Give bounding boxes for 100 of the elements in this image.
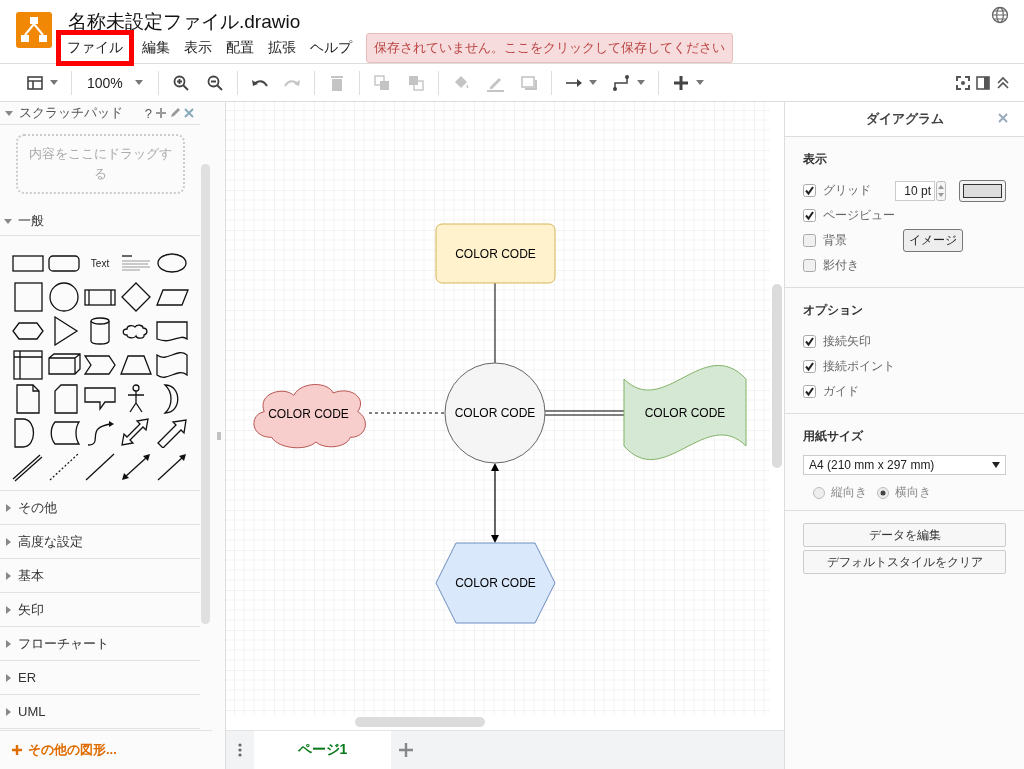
pencil-icon[interactable] [170,108,180,118]
page-tab[interactable]: ページ1 [254,731,391,769]
menu-item[interactable]: 編集 [136,36,176,60]
section-title: 表示 [803,151,828,168]
caret-icon [588,80,597,85]
collapse-icon[interactable] [996,75,1010,90]
to-back-icon [406,73,425,92]
rectangle-shape[interactable] [435,223,556,284]
scrollbar[interactable] [772,284,782,468]
zoom-in-icon [171,73,190,92]
diamond-icon[interactable] [119,282,153,312]
fullscreen-icon[interactable] [956,75,970,90]
app-logo-icon [16,12,52,48]
collapsed-arrow-icon [5,109,13,117]
option-label: 縦向き [831,484,867,501]
caret-icon [992,462,1000,468]
file-title: 名称未設定ファイル.drawio [68,10,302,33]
checkbox[interactable] [803,259,816,272]
checkbox[interactable] [803,209,816,222]
menu-item[interactable]: 配置 [220,36,260,60]
globe-icon[interactable] [991,6,1009,24]
spinner-icon[interactable] [936,180,946,201]
sidebar-section[interactable]: 基本 [0,559,200,593]
line-icon[interactable] [83,452,117,482]
dashed-connector[interactable] [368,412,446,414]
to-front-icon [372,73,391,92]
block-arrow-icon[interactable] [155,418,189,448]
dotted-line-icon[interactable] [47,452,81,482]
zoom-out-icon [205,73,224,92]
internal-storage-icon[interactable] [11,350,45,380]
menu-item[interactable]: ヘルプ [304,36,358,60]
zoom-dropdown[interactable]: 100% [79,70,151,95]
option-label: 接続矢印 [823,333,871,350]
radio-button[interactable] [813,486,825,499]
node-label: COLOR CODE [455,246,536,261]
tape-icon[interactable] [155,350,189,380]
drag-handle-icon[interactable] [216,431,221,440]
checkbox[interactable] [803,385,816,398]
scrollbar[interactable] [355,717,485,727]
menu-item[interactable]: 拡張 [262,36,302,60]
node-label: COLOR CODE [454,406,536,420]
more-icon[interactable] [238,743,242,757]
grid-color-button[interactable] [959,179,1006,202]
callout-icon[interactable] [83,384,117,414]
scrollbar[interactable] [201,164,210,624]
node-label: COLOR CODE [268,407,349,421]
panel-title: ダイアグラム [865,110,944,128]
checkbox[interactable] [803,184,816,197]
option-label: ガイド [823,383,859,400]
bidirectional-arrow[interactable] [491,463,499,543]
plus-icon[interactable] [156,108,166,118]
sidebar-section[interactable]: UML [0,695,200,729]
node-label: COLOR CODE [455,576,536,590]
sidebar-section[interactable]: 矢印 [0,593,200,627]
panel-button[interactable]: デフォルトスタイルをクリア [803,550,1006,574]
panel-button[interactable]: データを編集 [803,523,1006,547]
caret-icon [50,80,58,85]
checkbox[interactable] [803,335,816,348]
format-panel-icon[interactable] [976,75,990,90]
directional-arrow-icon[interactable] [155,452,189,482]
sidebar-section[interactable]: 高度な設定 [0,525,200,559]
help-link[interactable]: ? [144,105,152,121]
plus-icon [12,745,22,755]
menu-item[interactable]: ファイル [56,30,134,66]
caret-icon [695,80,704,85]
sidebar-section[interactable]: ER [0,661,200,695]
option-label: グリッド [823,182,871,199]
save-notice[interactable]: 保存されていません。ここをクリックして保存してください [366,33,733,63]
circle-shape[interactable] [444,362,546,464]
grid-size-field[interactable]: 10 pt [895,180,935,201]
circle-icon[interactable] [47,282,81,312]
cloud-shape[interactable] [253,384,366,449]
section-title: 用紙サイズ [803,428,865,445]
caret-icon [636,80,645,85]
section-title: オプション [803,302,864,319]
double-line-connector[interactable] [544,410,625,416]
scratchpad-title[interactable]: スクラッチパッド [19,104,123,122]
text-shape[interactable]: Text [90,257,110,269]
menu-item[interactable]: 表示 [178,36,218,60]
hexagon-shape[interactable] [435,542,556,624]
shadow-icon [519,73,538,92]
plus-icon [671,73,690,92]
checkbox[interactable] [803,234,816,247]
sidebar-section[interactable]: その他 [0,491,200,525]
square-icon[interactable] [11,282,45,312]
paper-size-dropdown[interactable]: A4 (210 mm x 297 mm) [803,455,1006,475]
option-label: 横向き [895,484,931,501]
add-page-icon[interactable] [399,743,413,757]
caret-icon [134,80,143,85]
image-button[interactable]: イメージ [903,229,963,252]
redo-icon [283,78,301,87]
double-line-icon[interactable] [11,452,45,482]
undo-icon [250,78,268,87]
sidebar-section[interactable]: フローチャート [0,627,200,661]
bidirectional-arrow-icon[interactable] [119,452,153,482]
option-label: 背景 [823,232,847,249]
sidebar-section[interactable]: 一般 [0,206,200,236]
tape-shape[interactable] [623,365,747,460]
radio-button[interactable] [877,486,889,499]
checkbox[interactable] [803,360,816,373]
